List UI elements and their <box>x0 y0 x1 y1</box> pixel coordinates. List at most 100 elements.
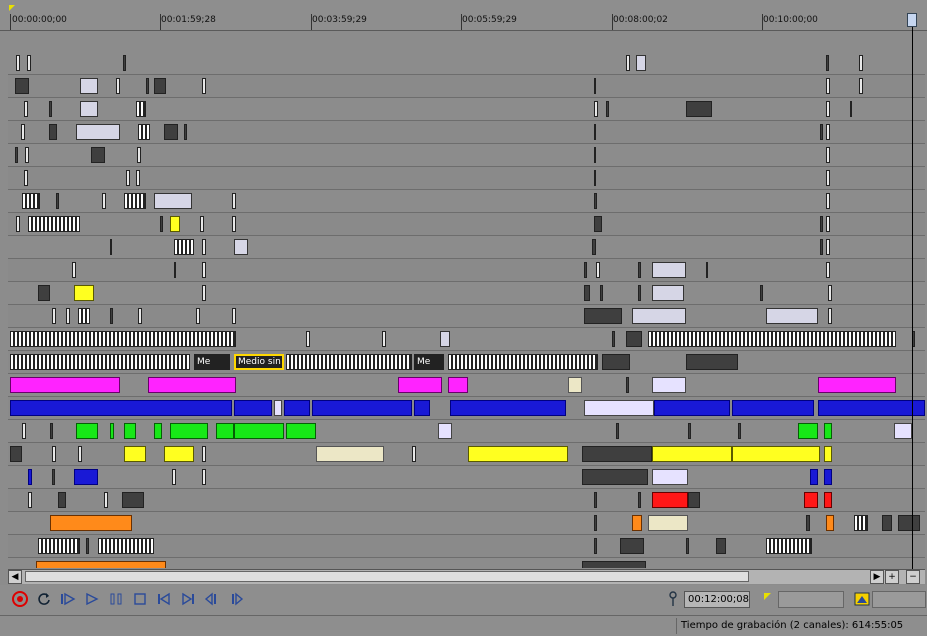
event-clip[interactable] <box>136 101 146 117</box>
event-clip[interactable] <box>116 78 120 94</box>
video-info-field[interactable] <box>872 591 926 608</box>
event-clip[interactable] <box>66 308 70 324</box>
timeline-tracks[interactable]: Me Medio sin Me <box>8 31 925 568</box>
event-clip[interactable] <box>652 262 686 278</box>
event-clip[interactable] <box>612 331 615 347</box>
event-clip[interactable] <box>584 308 622 324</box>
event-clip[interactable] <box>632 308 686 324</box>
media-event[interactable]: Me <box>414 354 444 370</box>
event-clip[interactable] <box>804 492 818 508</box>
media-event-selected[interactable]: Medio sin <box>234 354 284 370</box>
event-clip[interactable] <box>50 423 53 439</box>
go-to-end-button[interactable] <box>178 589 198 609</box>
event-clip[interactable] <box>859 78 863 94</box>
event-clip[interactable] <box>50 515 132 531</box>
event-clip[interactable] <box>738 423 741 439</box>
event-clip[interactable] <box>15 147 18 163</box>
event-clip[interactable] <box>826 147 830 163</box>
track-lane[interactable] <box>8 420 925 443</box>
record-button[interactable] <box>10 589 30 609</box>
event-clip[interactable] <box>636 55 646 71</box>
event-clip[interactable] <box>232 193 236 209</box>
event-clip[interactable] <box>104 492 108 508</box>
event-clip[interactable] <box>25 147 29 163</box>
event-clip[interactable] <box>606 101 609 117</box>
event-clip[interactable] <box>732 446 820 462</box>
event-clip[interactable] <box>284 400 310 416</box>
event-clip[interactable] <box>584 262 587 278</box>
event-clip[interactable] <box>602 354 630 370</box>
event-clip[interactable] <box>98 538 154 554</box>
event-clip[interactable] <box>826 515 834 531</box>
event-clip[interactable] <box>828 308 832 324</box>
event-clip[interactable] <box>616 423 619 439</box>
event-clip[interactable] <box>594 101 598 117</box>
track-lane[interactable] <box>8 167 925 190</box>
event-clip[interactable] <box>170 423 208 439</box>
event-clip[interactable] <box>688 423 691 439</box>
track-lane[interactable] <box>8 489 925 512</box>
event-clip[interactable] <box>652 446 732 462</box>
event-clip[interactable] <box>414 400 430 416</box>
event-clip[interactable] <box>826 101 830 117</box>
event-clip[interactable] <box>86 538 89 554</box>
event-clip[interactable] <box>648 515 688 531</box>
track-lane[interactable] <box>8 535 925 558</box>
event-clip[interactable] <box>438 423 452 439</box>
event-clip[interactable] <box>174 262 176 278</box>
playhead-line[interactable] <box>912 15 913 570</box>
event-clip[interactable] <box>286 354 412 370</box>
track-lane[interactable] <box>8 397 925 420</box>
event-clip[interactable] <box>638 262 641 278</box>
event-clip[interactable] <box>200 216 204 232</box>
event-clip[interactable] <box>78 308 90 324</box>
play-from-start-button[interactable] <box>58 589 78 609</box>
event-clip[interactable] <box>216 423 234 439</box>
event-clip[interactable] <box>582 469 648 485</box>
zoom-out-button[interactable]: − <box>906 570 920 584</box>
event-clip[interactable] <box>174 239 194 255</box>
event-clip[interactable] <box>820 124 823 140</box>
event-clip[interactable] <box>58 492 66 508</box>
event-clip[interactable] <box>859 55 863 71</box>
scroll-right-button[interactable]: ▶ <box>870 570 884 584</box>
event-clip[interactable] <box>91 147 105 163</box>
event-clip[interactable] <box>274 400 282 416</box>
event-clip[interactable] <box>16 55 20 71</box>
event-clip[interactable] <box>306 331 310 347</box>
event-clip[interactable] <box>124 446 146 462</box>
event-clip[interactable] <box>854 515 868 531</box>
event-clip[interactable] <box>286 423 316 439</box>
event-clip[interactable] <box>686 101 712 117</box>
event-clip[interactable] <box>80 78 98 94</box>
event-clip[interactable] <box>652 492 688 508</box>
track-lane[interactable] <box>8 443 925 466</box>
event-clip[interactable] <box>600 285 603 301</box>
event-clip[interactable] <box>448 354 598 370</box>
event-clip[interactable] <box>202 285 206 301</box>
event-clip[interactable] <box>826 193 830 209</box>
track-lane[interactable]: Me Medio sin Me <box>8 351 925 374</box>
event-clip[interactable] <box>582 561 646 568</box>
play-button[interactable] <box>82 589 102 609</box>
track-lane[interactable] <box>8 190 925 213</box>
event-clip[interactable] <box>806 515 810 531</box>
event-clip[interactable] <box>154 78 166 94</box>
event-clip[interactable] <box>596 262 600 278</box>
event-clip[interactable] <box>52 469 55 485</box>
event-clip[interactable] <box>826 216 830 232</box>
event-clip[interactable] <box>582 446 652 462</box>
event-clip[interactable] <box>232 308 236 324</box>
event-clip[interactable] <box>706 262 708 278</box>
event-clip[interactable] <box>686 354 738 370</box>
event-clip[interactable] <box>826 78 830 94</box>
event-clip[interactable] <box>202 469 206 485</box>
event-clip[interactable] <box>52 446 56 462</box>
event-clip[interactable] <box>148 377 236 393</box>
event-clip[interactable] <box>620 538 644 554</box>
event-clip[interactable] <box>826 170 830 186</box>
event-clip[interactable] <box>312 400 412 416</box>
event-clip[interactable] <box>824 492 832 508</box>
event-clip[interactable] <box>138 124 150 140</box>
event-clip[interactable] <box>110 423 114 439</box>
